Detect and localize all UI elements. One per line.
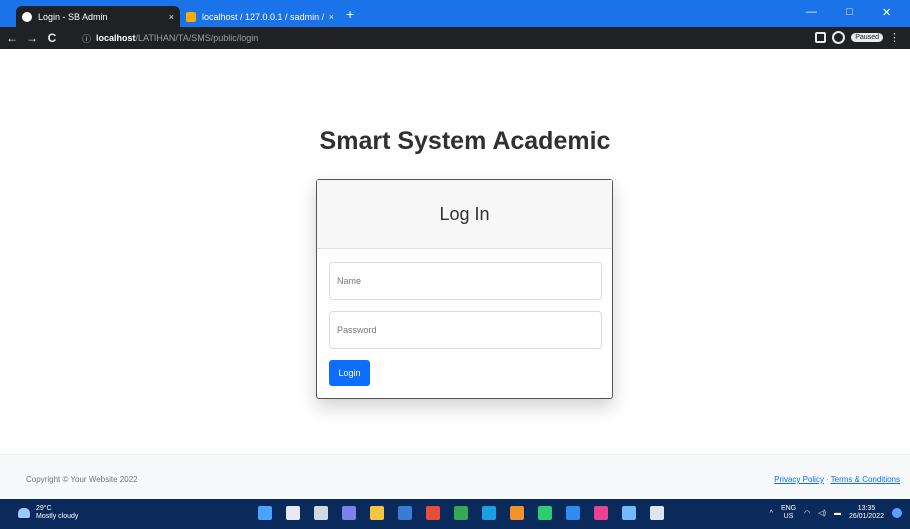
terms-link[interactable]: Terms & Conditions bbox=[831, 475, 900, 484]
close-icon[interactable]: × bbox=[329, 12, 334, 22]
copyright-text: Copyright © Your Website 2022 bbox=[26, 475, 138, 484]
back-button[interactable]: ← bbox=[4, 31, 20, 45]
toolbar-right: Paused ⋮ bbox=[815, 31, 900, 44]
page-title: Smart System Academic bbox=[319, 127, 611, 155]
page-favicon-icon bbox=[22, 11, 32, 22]
task-view-icon[interactable] bbox=[314, 506, 328, 520]
browser-tab-bar: Login - SB Admin × localhost / 127.0.0.1… bbox=[0, 0, 910, 27]
tab-phpmyadmin[interactable]: localhost / 127.0.0.1 / sadmin / ... × bbox=[180, 6, 340, 27]
phpmyadmin-favicon-icon bbox=[186, 11, 196, 22]
tab-search-icon[interactable] bbox=[815, 32, 827, 43]
tab-title: localhost / 127.0.0.1 / sadmin / ... bbox=[202, 11, 325, 22]
minimize-button[interactable]: — bbox=[806, 6, 817, 18]
address-path: /LATIHAN/TA/SMS/public/login bbox=[135, 33, 259, 43]
start-icon[interactable] bbox=[258, 506, 272, 520]
system-tray: ^ ENG US ◠ ◁) ▬ 13:35 26/01/2022 bbox=[770, 505, 902, 521]
footer-links: Privacy Policy · Terms & Conditions bbox=[774, 475, 900, 484]
tab-login[interactable]: Login - SB Admin × bbox=[16, 6, 180, 27]
weather-temp: 29°C bbox=[36, 505, 52, 512]
weather-icon bbox=[18, 508, 30, 518]
chevron-up-icon[interactable]: ^ bbox=[770, 510, 773, 517]
windows-taskbar: 29°C Mostly cloudy ^ ENG US ◠ ◁) ▬ 13:35… bbox=[0, 499, 910, 529]
menu-icon[interactable]: ⋮ bbox=[889, 31, 900, 44]
notification-icon[interactable] bbox=[892, 508, 902, 518]
address-host: localhost bbox=[96, 33, 136, 43]
app-icon[interactable] bbox=[594, 506, 608, 520]
address-bar[interactable]: ⓘ localhost /LATIHAN/TA/SMS/public/login bbox=[82, 30, 812, 46]
app-icon[interactable] bbox=[650, 506, 664, 520]
close-window-button[interactable]: ✕ bbox=[882, 6, 891, 19]
battery-icon[interactable]: ▬ bbox=[834, 510, 841, 517]
app-icon[interactable] bbox=[538, 506, 552, 520]
login-button[interactable]: Login bbox=[329, 360, 370, 386]
weather-desc: Mostly cloudy bbox=[36, 513, 79, 520]
chrome-icon[interactable] bbox=[454, 506, 468, 520]
close-icon[interactable]: × bbox=[169, 12, 174, 22]
login-card: Log In Login bbox=[316, 179, 613, 399]
reload-button[interactable]: C bbox=[44, 31, 60, 45]
weather-widget[interactable]: 29°C Mostly cloudy bbox=[18, 505, 78, 521]
password-input[interactable] bbox=[329, 311, 602, 349]
footer-separator: · bbox=[825, 475, 829, 484]
card-title: Log In bbox=[439, 203, 490, 224]
taskbar-apps bbox=[258, 506, 664, 520]
wifi-icon[interactable]: ◠ bbox=[804, 509, 810, 517]
forward-button[interactable]: → bbox=[24, 31, 40, 45]
vscode-icon[interactable] bbox=[566, 506, 580, 520]
edge-icon[interactable] bbox=[482, 506, 496, 520]
card-header: Log In bbox=[317, 180, 612, 249]
app-icon[interactable] bbox=[510, 506, 524, 520]
volume-icon[interactable]: ◁) bbox=[818, 509, 826, 517]
clock-date: 26/01/2022 bbox=[848, 513, 884, 520]
file-explorer-icon[interactable] bbox=[370, 506, 384, 520]
clock[interactable]: 13:35 26/01/2022 bbox=[849, 505, 884, 521]
language-code: ENG bbox=[780, 505, 797, 512]
chat-icon[interactable] bbox=[342, 506, 356, 520]
page-footer: Copyright © Your Website 2022 Privacy Po… bbox=[0, 454, 910, 499]
site-info-icon[interactable]: ⓘ bbox=[82, 32, 91, 45]
privacy-policy-link[interactable]: Privacy Policy bbox=[774, 475, 824, 484]
app-icon[interactable] bbox=[622, 506, 636, 520]
profile-icon[interactable] bbox=[832, 31, 846, 44]
store-icon[interactable] bbox=[398, 506, 412, 520]
region-code: US bbox=[783, 513, 794, 520]
language-indicator[interactable]: ENG US bbox=[781, 505, 796, 521]
maximize-button[interactable]: □ bbox=[846, 6, 853, 18]
tab-title: Login - SB Admin bbox=[38, 11, 108, 22]
paused-button[interactable]: Paused bbox=[851, 33, 883, 42]
new-tab-button[interactable]: + bbox=[346, 7, 354, 21]
app-icon[interactable] bbox=[426, 506, 440, 520]
clock-time: 13:35 bbox=[857, 505, 876, 512]
browser-toolbar: ← → C ⓘ localhost /LATIHAN/TA/SMS/public… bbox=[0, 27, 910, 49]
search-icon[interactable] bbox=[286, 506, 300, 520]
name-input[interactable] bbox=[329, 262, 602, 300]
